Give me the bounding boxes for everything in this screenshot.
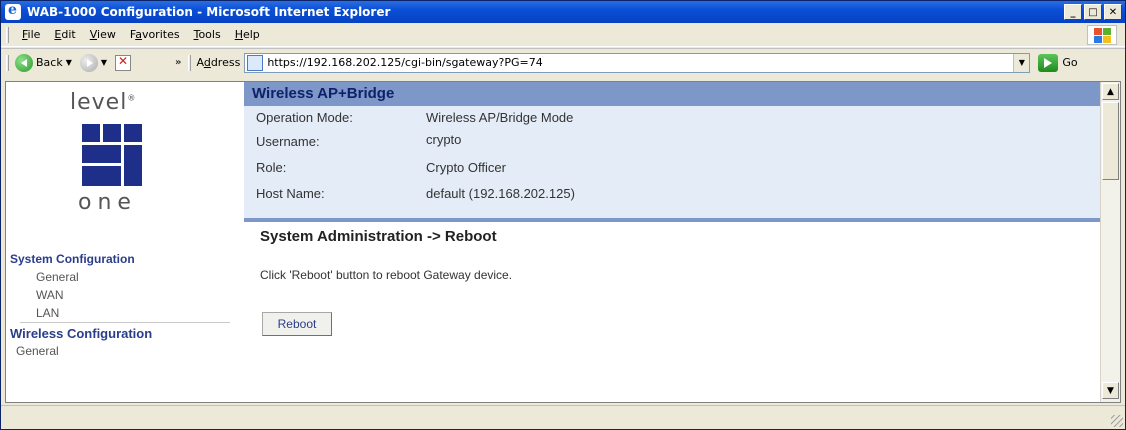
menu-favorites-accel: a: [135, 28, 142, 41]
maximize-button[interactable]: □: [1084, 4, 1102, 20]
chevron-down-icon[interactable]: ▼: [101, 58, 107, 67]
address-bar: Back ▼ ▼ » Address https://192.168.202.1…: [1, 48, 1125, 76]
logo-registered: ®: [127, 93, 137, 103]
toolbar-grip[interactable]: [6, 54, 9, 71]
minimize-button[interactable]: _: [1064, 4, 1082, 20]
info-label-operation-mode: Operation Mode:: [256, 110, 353, 125]
window-title: WAB-1000 Configuration - Microsoft Inter…: [27, 5, 391, 19]
reboot-button[interactable]: Reboot: [262, 312, 332, 336]
section-separator: [244, 218, 1100, 222]
forward-arrow-icon: [79, 53, 98, 72]
stop-icon[interactable]: [115, 54, 132, 71]
address-label: Address: [197, 56, 241, 69]
vertical-scrollbar[interactable]: ▲ ▼: [1100, 82, 1120, 402]
logo-bottom-text: one: [78, 190, 137, 215]
menu-view-label: iew: [97, 28, 116, 41]
nav-item-lan[interactable]: LAN: [36, 306, 59, 320]
chevron-down-icon[interactable]: ▼: [66, 58, 72, 67]
menu-help[interactable]: Help: [228, 28, 267, 41]
nav-divider: [20, 322, 230, 323]
main-panel: Wireless AP+Bridge Operation Mode: Wirel…: [244, 82, 1100, 402]
go-button[interactable]: Go: [1038, 53, 1078, 72]
levelone-logo: level® one: [62, 90, 182, 220]
menu-edit-label: dit: [61, 28, 76, 41]
menu-bar: File Edit View Favorites Tools Help: [1, 23, 1125, 47]
menu-file[interactable]: File: [15, 28, 47, 41]
go-label: Go: [1062, 56, 1078, 69]
info-value-username: crypto: [426, 132, 462, 147]
page-viewport: level® one System Configuration General …: [5, 81, 1121, 403]
windows-logo-icon: [1087, 25, 1117, 45]
menu-tools-label: ools: [198, 28, 221, 41]
info-value-host-name: default (192.168.202.125): [426, 186, 575, 201]
title-bar: WAB-1000 Configuration - Microsoft Inter…: [1, 1, 1125, 23]
url-text: https://192.168.202.125/cgi-bin/sgateway…: [267, 56, 543, 69]
device-info: Operation Mode: Wireless AP/Bridge Mode …: [244, 106, 1100, 218]
toolbar-grip[interactable]: [187, 54, 191, 71]
menu-file-label: ile: [27, 28, 41, 41]
logo-mark: [82, 124, 142, 186]
info-value-role: Crypto Officer: [426, 160, 506, 175]
address-label-accel: d: [203, 56, 211, 69]
menu-help-accel: H: [234, 28, 243, 41]
menu-view[interactable]: View: [83, 28, 123, 41]
address-label-rest: dress: [210, 56, 241, 69]
info-label-role: Role:: [256, 160, 287, 175]
address-label-pre: A: [196, 56, 204, 69]
nav-heading-wireless-configuration[interactable]: Wireless Configuration: [10, 326, 152, 341]
scroll-up-icon[interactable]: ▲: [1102, 83, 1119, 100]
page-banner: Wireless AP+Bridge: [244, 82, 1100, 106]
back-button[interactable]: Back ▼: [15, 53, 72, 72]
info-label-host-name: Host Name:: [256, 186, 325, 201]
info-label-username: Username:: [256, 134, 320, 149]
go-arrow-icon: [1038, 53, 1059, 72]
close-button[interactable]: ✕: [1104, 4, 1122, 20]
toolbar-more-chevron[interactable]: »: [175, 57, 181, 68]
back-arrow-icon: [15, 53, 33, 72]
nav-item-general[interactable]: General: [36, 270, 79, 284]
resize-grip-icon[interactable]: [1111, 415, 1123, 427]
info-value-operation-mode: Wireless AP/Bridge Mode: [426, 110, 574, 125]
left-nav: level® one System Configuration General …: [6, 82, 244, 402]
browser-window: WAB-1000 Configuration - Microsoft Inter…: [0, 0, 1126, 430]
menu-help-label: elp: [242, 28, 260, 41]
toolbar-grip[interactable]: [6, 26, 9, 43]
menu-tools[interactable]: Tools: [187, 28, 228, 41]
back-label: Back: [36, 56, 63, 69]
page-icon: [247, 54, 264, 71]
reboot-instructions: Click 'Reboot' button to reboot Gateway …: [260, 268, 513, 282]
nav-item-wireless-general[interactable]: General: [16, 344, 59, 358]
nav-heading-system-configuration[interactable]: System Configuration: [10, 252, 135, 266]
menu-edit[interactable]: Edit: [47, 28, 82, 41]
forward-button[interactable]: ▼: [79, 53, 107, 72]
address-dropdown-icon[interactable]: ▼: [1013, 53, 1030, 72]
scrollbar-thumb[interactable]: [1102, 102, 1119, 180]
section-title: System Administration -> Reboot: [260, 228, 497, 245]
status-bar: [1, 405, 1125, 429]
address-input[interactable]: https://192.168.202.125/cgi-bin/sgateway…: [244, 52, 1031, 73]
menu-favorites-label: vorites: [141, 28, 180, 41]
window-controls: _ □ ✕: [1064, 4, 1122, 20]
scroll-down-icon[interactable]: ▼: [1102, 382, 1119, 399]
logo-top-text: level®: [70, 90, 136, 115]
menu-favorites[interactable]: Favorites: [123, 28, 187, 41]
menu-view-accel: V: [89, 28, 98, 41]
internet-explorer-icon: [5, 2, 21, 20]
nav-item-wan[interactable]: WAN: [36, 288, 64, 302]
logo-level: level: [70, 90, 128, 115]
